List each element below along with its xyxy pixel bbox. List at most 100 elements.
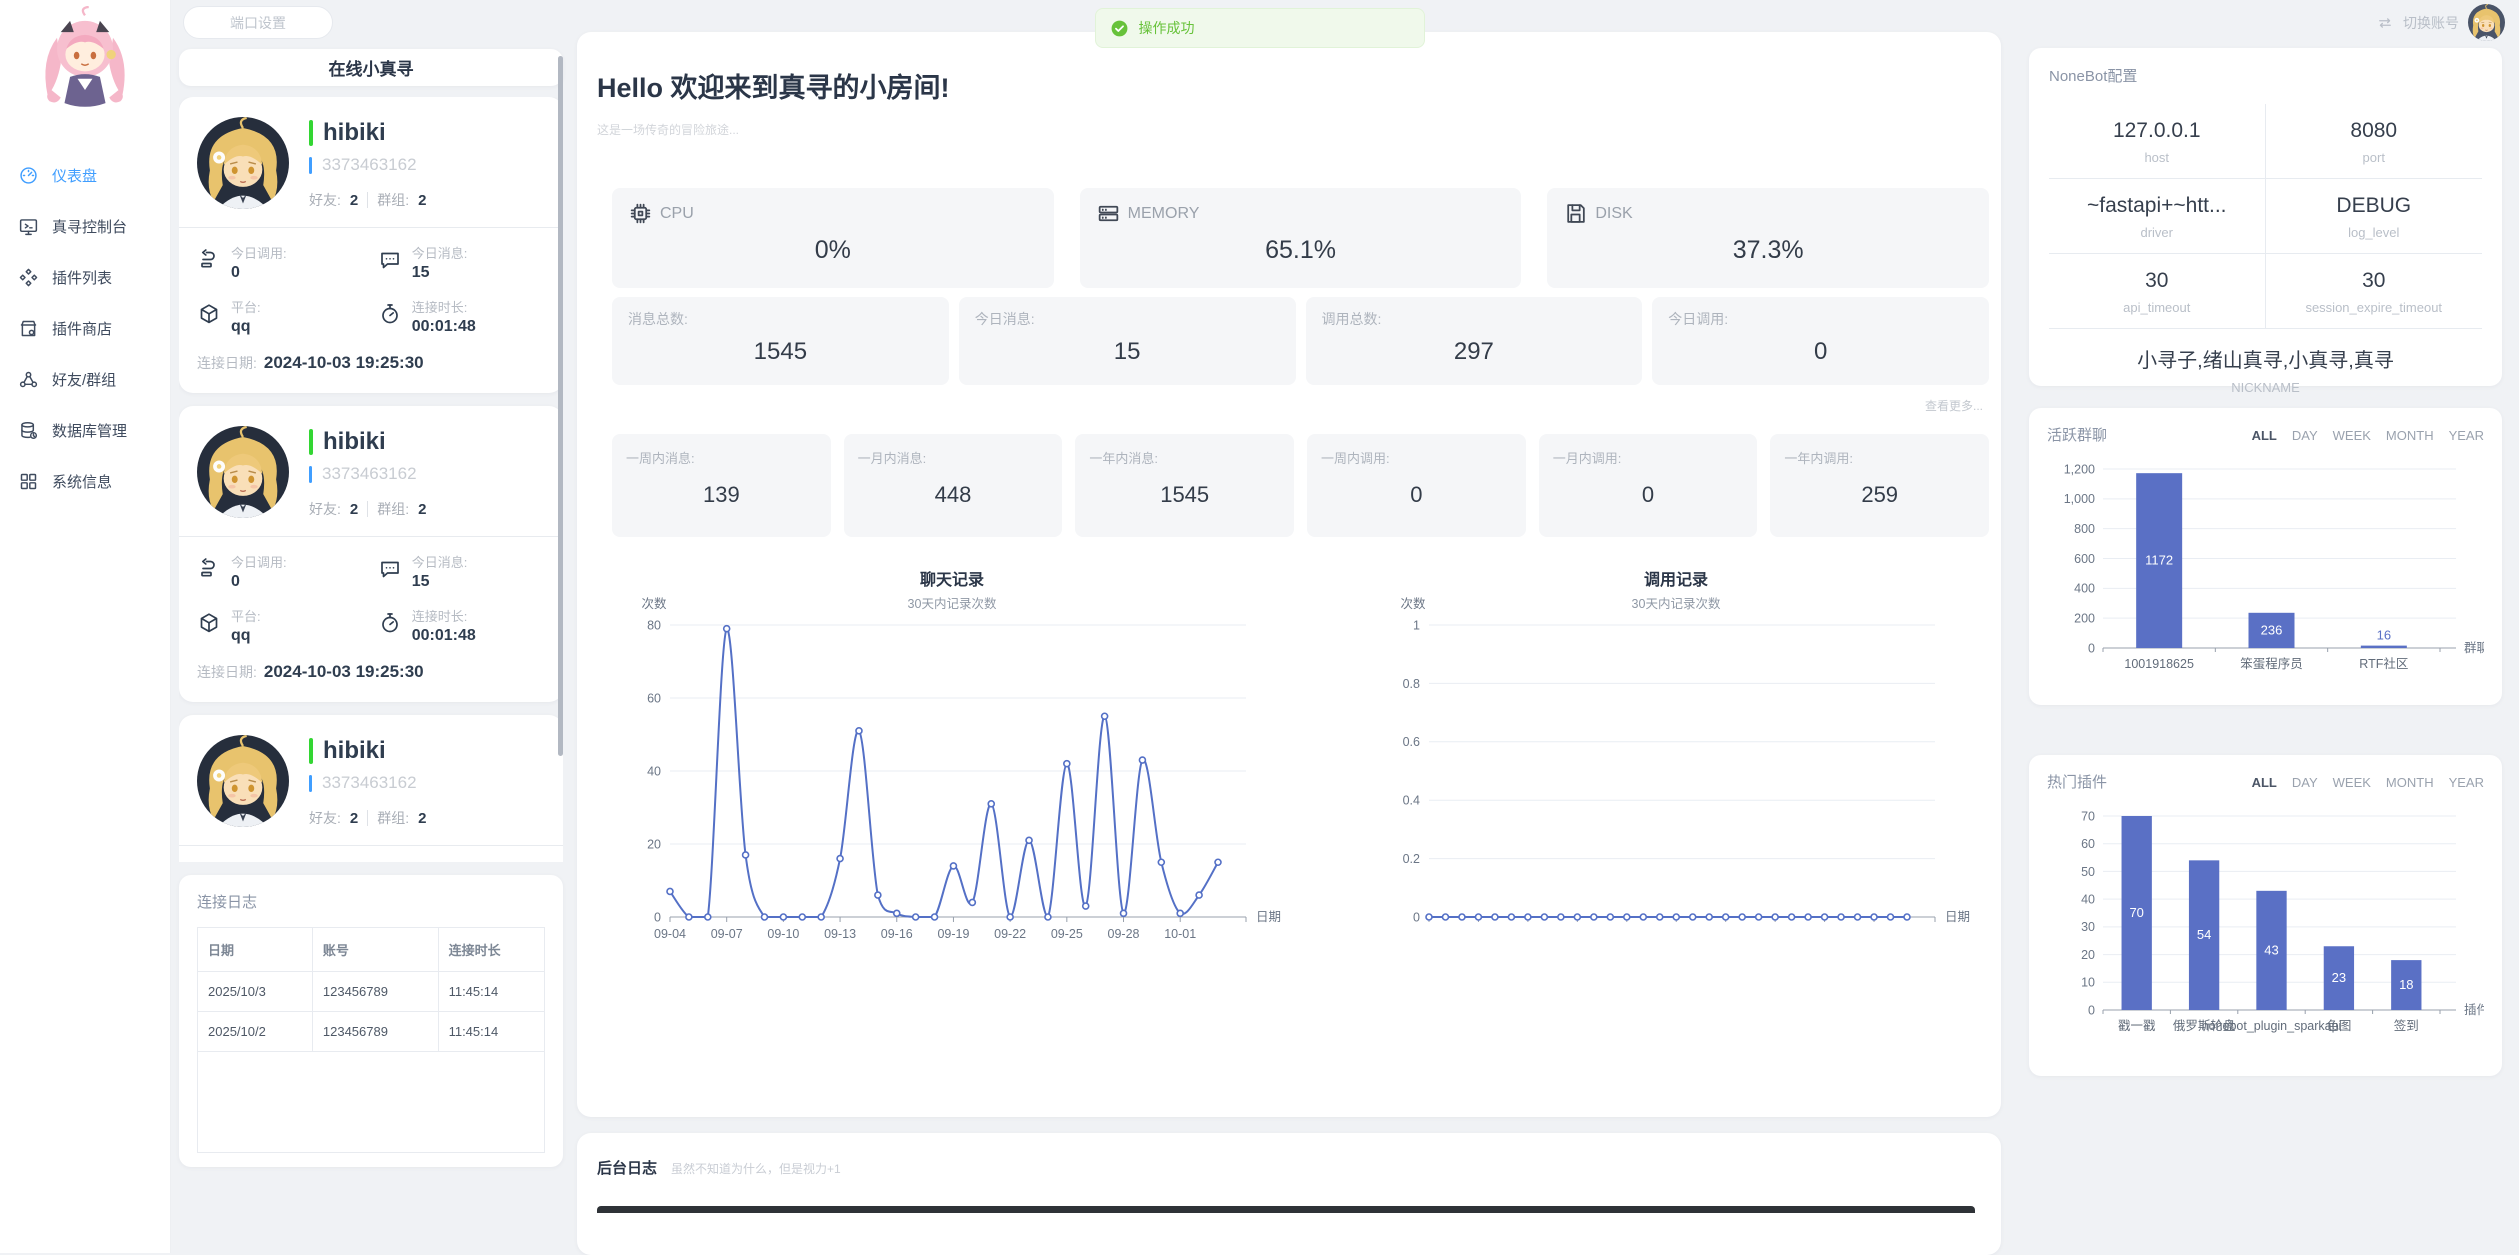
svg-text:70: 70: [2129, 905, 2143, 920]
bot-stat-label: 连接时长:: [412, 606, 476, 625]
comment-icon: [378, 248, 402, 272]
stat-cards-row: 消息总数:1545今日消息:15调用总数:297今日调用:0: [612, 297, 1989, 385]
log-cell: 123456789: [312, 972, 438, 1012]
right-panel: NoneBot配置 127.0.0.1host8080port~fastapi+…: [2029, 0, 2502, 1253]
sidebar-item-5[interactable]: 数据库管理: [0, 405, 170, 456]
config-value: ~fastapi+~htt...: [2057, 194, 2257, 218]
bot-stat-value: 0: [231, 264, 287, 282]
config-cell-driver: ~fastapi+~htt...driver: [2049, 179, 2266, 254]
bot-stat: 连接时长:00:01:48: [378, 297, 545, 336]
config-label: session_expire_timeout: [2274, 300, 2475, 315]
tab-week[interactable]: WEEK: [2333, 428, 2371, 443]
call-records-chart: 调用记录30天内记录次数次数00.20.40.60.81日期: [1371, 561, 1981, 963]
plugins-icon: [18, 267, 39, 288]
config-label: host: [2057, 150, 2257, 165]
bot-stat-value: 00:01:48: [412, 627, 476, 645]
svg-text:0: 0: [2088, 641, 2095, 655]
sidebar-item-3[interactable]: 插件商店: [0, 303, 170, 354]
bot-id: 3373463162: [322, 464, 417, 484]
view-more-link[interactable]: 查看更多...: [597, 397, 1983, 414]
config-value: 30: [2057, 269, 2257, 293]
stat-card: 消息总数:1545: [612, 297, 949, 385]
nickname-label: NICKNAME: [2049, 380, 2482, 395]
sidebar-item-6[interactable]: 系统信息: [0, 456, 170, 507]
card-value: 297: [1322, 338, 1627, 366]
svg-text:1001918625: 1001918625: [2124, 657, 2194, 671]
tab-all[interactable]: ALL: [2252, 428, 2277, 443]
bot-avatar: [197, 735, 289, 827]
nickname-value: 小寻子,绪山真寻,小真寻,真寻: [2049, 344, 2482, 373]
card-value: 1545: [1089, 482, 1280, 508]
tab-month[interactable]: MONTH: [2386, 428, 2434, 443]
tab-year[interactable]: YEAR: [2449, 775, 2484, 790]
config-cell-session_expire_timeout: 30 session_expire_timeout: [2266, 254, 2483, 329]
switch-account[interactable]: 切换账号: [2376, 4, 2505, 41]
bot-panel-title: 在线小真寻: [179, 49, 563, 86]
card-value: 0: [1553, 482, 1744, 508]
card-label: 调用总数:: [1322, 309, 1627, 329]
bot-stat: 连接时长: 00:01:48: [378, 606, 545, 645]
config-cell-log_level: DEBUGlog_level: [2266, 179, 2483, 254]
bot-stat-label: 平台:: [231, 297, 261, 316]
bot-card[interactable]: hibiki3373463162好友:2群组:2今日调用:0今日消息:15平台:…: [179, 715, 563, 862]
system-metric-card: DISK37.3%: [1547, 188, 1989, 288]
user-avatar[interactable]: [2468, 4, 2505, 41]
svg-text:10: 10: [2081, 976, 2095, 990]
tab-day[interactable]: DAY: [2292, 775, 2318, 790]
system-metric-card: MEMORY65.1%: [1080, 188, 1522, 288]
sidebar-item-label: 数据库管理: [52, 420, 127, 441]
card-label: 今日调用:: [1668, 309, 1973, 329]
id-indicator-bar: [309, 466, 312, 483]
sidebar-item-0[interactable]: 仪表盘: [0, 150, 170, 201]
nickname-cell: 小寻子,绪山真寻,小真寻,真寻 NICKNAME: [2049, 329, 2482, 395]
id-indicator-bar: [309, 157, 312, 174]
bot-stat: 平台:qq: [197, 297, 378, 336]
bot-stat-label: 今日消息:: [412, 552, 468, 571]
sidebar-item-2[interactable]: 插件列表: [0, 252, 170, 303]
bot-stat-label: 今日消息:: [412, 243, 468, 262]
bot-card[interactable]: hibiki3373463162好友:2群组:2今日调用:0今日消息:15平台:…: [179, 97, 563, 393]
cpu-icon: [628, 201, 653, 226]
svg-text:16: 16: [2377, 628, 2391, 643]
period-stat-card: 一月内调用:0: [1539, 434, 1758, 537]
bot-stat: 今日消息:15: [378, 552, 545, 591]
hot-plugins-title: 热门插件: [2047, 771, 2252, 792]
card-label: DISK: [1595, 205, 1632, 223]
bot-id: 3373463162: [322, 773, 417, 793]
hot-plugins-card: 热门插件 ALLDAYWEEKMONTHYEAR 010203040506070…: [2029, 755, 2502, 1076]
sidebar-item-4[interactable]: 好友/群组: [0, 354, 170, 405]
bot-card[interactable]: hibiki3373463162好友:2群组:2今日调用:0今日消息:15平台:…: [179, 406, 563, 702]
card-label: 一周内调用:: [1321, 448, 1512, 467]
backend-log-title: 后台日志: [597, 1160, 657, 1177]
bot-list-scrollbar[interactable]: [558, 56, 563, 756]
log-cell: 11:45:14: [438, 972, 544, 1012]
tab-week[interactable]: WEEK: [2333, 775, 2371, 790]
svg-text:笨蛋程序员: 笨蛋程序员: [2240, 656, 2303, 671]
tab-year[interactable]: YEAR: [2449, 428, 2484, 443]
sidebar-item-label: 系统信息: [52, 471, 112, 492]
backend-log-subtitle: 虽然不知道为什么，但是视力+1: [671, 1162, 841, 1176]
bot-panel: 端口设置 在线小真寻 hibiki3373463162好友:2群组:2今日调用:…: [179, 0, 563, 1253]
comment-icon: [378, 557, 402, 581]
config-label: api_timeout: [2057, 300, 2257, 315]
card-label: 今日消息:: [975, 309, 1280, 329]
card-label: 一周内消息:: [626, 448, 817, 467]
bot-stat-value: 00:01:48: [412, 318, 476, 336]
svg-text:40: 40: [2081, 893, 2095, 907]
svg-text:09-16: 09-16: [881, 927, 913, 941]
tab-day[interactable]: DAY: [2292, 428, 2318, 443]
sidebar-item-1[interactable]: 真寻控制台: [0, 201, 170, 252]
config-value: 30: [2274, 269, 2475, 293]
config-value: DEBUG: [2274, 194, 2475, 218]
svg-text:1,000: 1,000: [2064, 492, 2095, 506]
cube-icon: [197, 302, 221, 326]
log-cell: 2025/10/3: [198, 972, 312, 1012]
active-groups-chart: 02004006008001,0001,20011721001918625236…: [2047, 453, 2484, 688]
dashboard-card: Hello 欢迎来到真寻的小房间! 这是一场传奇的冒险旅途... CPU0%ME…: [577, 32, 2001, 1117]
port-settings-button[interactable]: 端口设置: [183, 6, 333, 39]
connection-log-title: 连接日志: [197, 891, 545, 912]
tab-month[interactable]: MONTH: [2386, 775, 2434, 790]
svg-text:200: 200: [2074, 612, 2095, 626]
tab-all[interactable]: ALL: [2252, 775, 2277, 790]
bot-avatar: [197, 117, 289, 209]
